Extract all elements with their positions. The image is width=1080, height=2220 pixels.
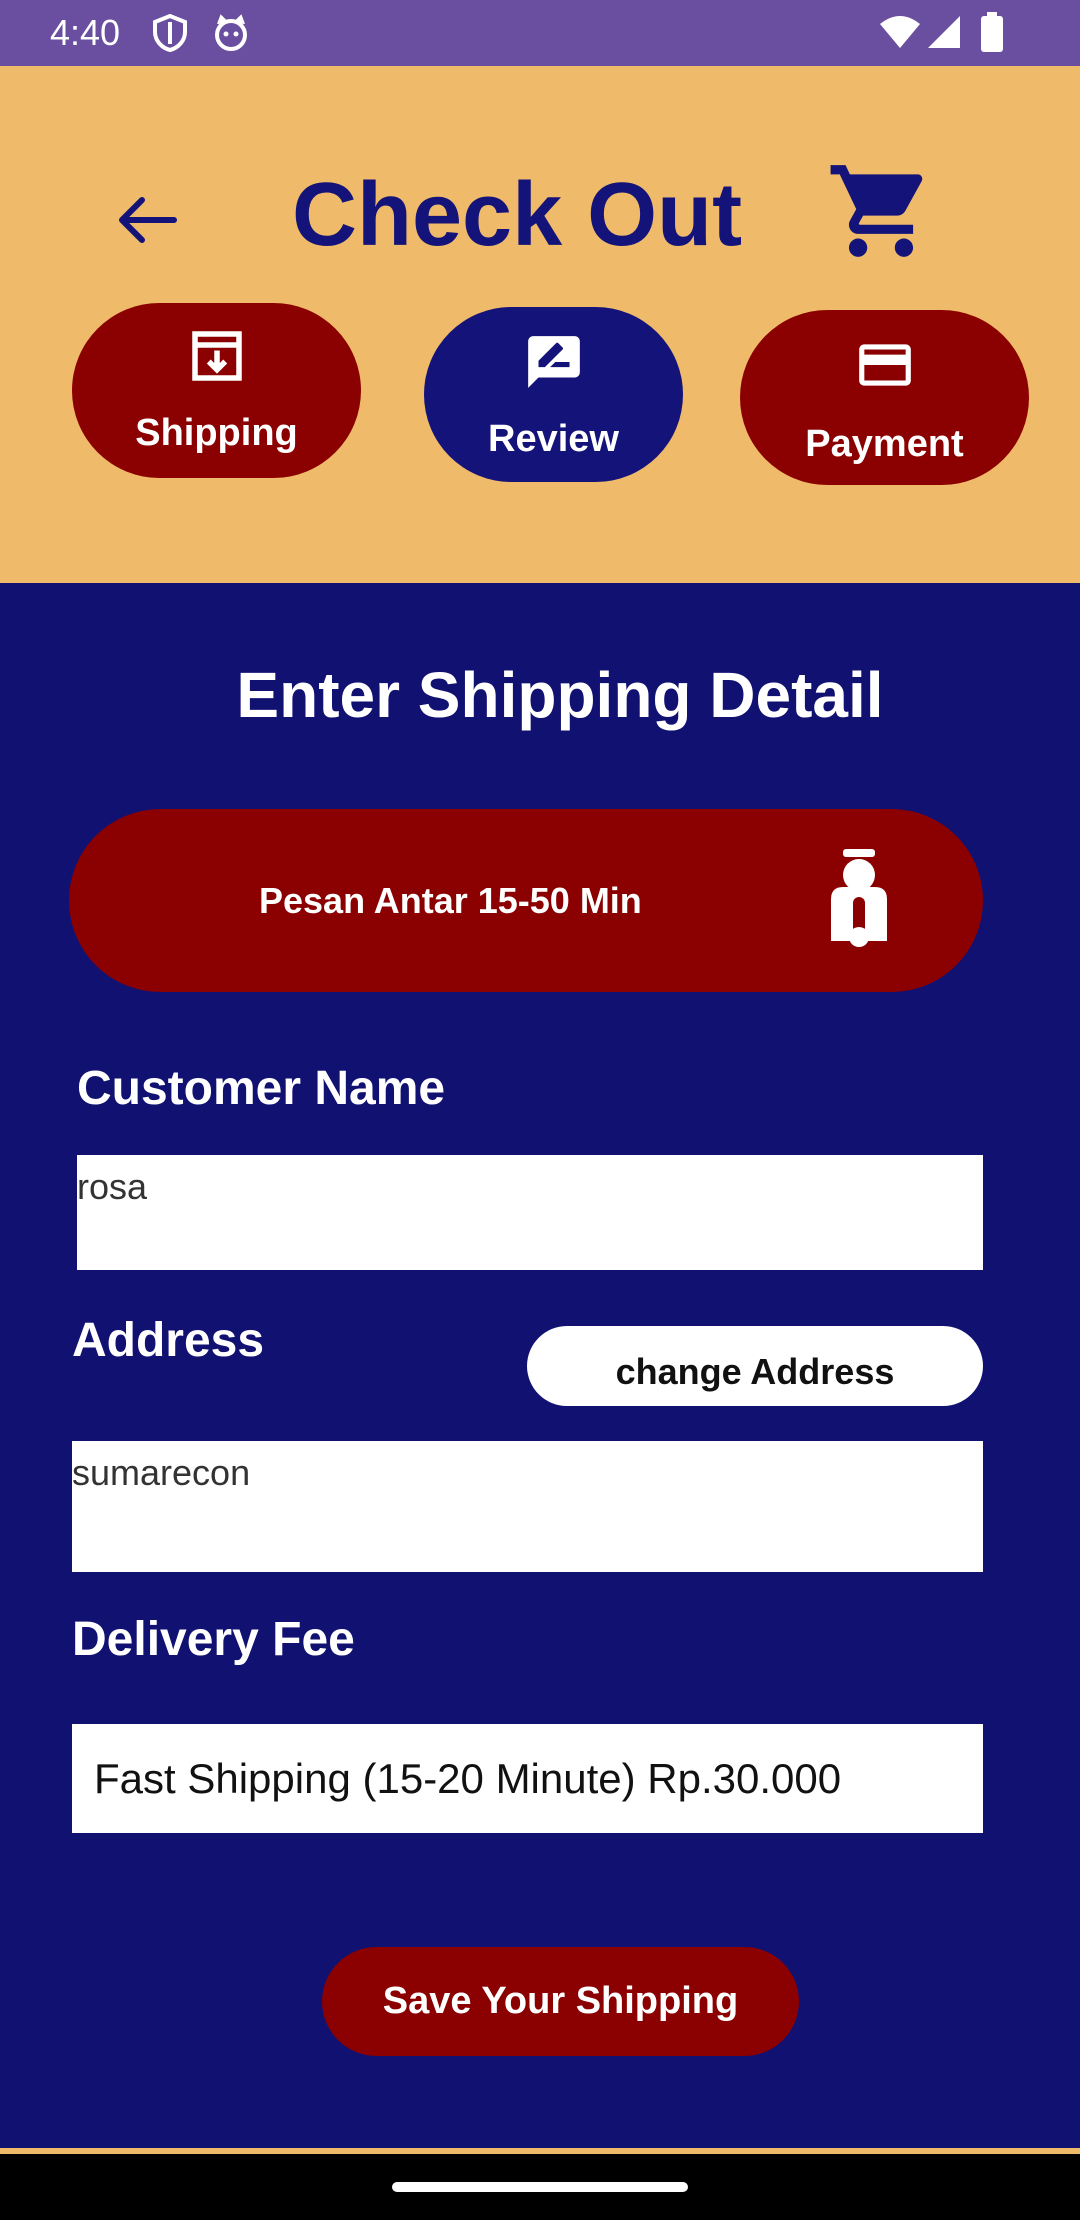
- save-shipping-button[interactable]: Save Your Shipping: [322, 1947, 799, 2056]
- change-address-button[interactable]: change Address: [527, 1326, 983, 1406]
- back-arrow-icon[interactable]: [116, 196, 178, 244]
- step-shipping-button[interactable]: Shipping: [72, 303, 361, 478]
- customer-name-value: rosa: [77, 1166, 148, 1207]
- step-review-button[interactable]: Review: [424, 307, 683, 482]
- customer-name-input[interactable]: rosa: [77, 1155, 983, 1270]
- edit-note-icon: [527, 336, 580, 388]
- battery-icon: [981, 12, 1003, 52]
- step-review-label: Review: [488, 418, 619, 460]
- delivery-fee-value: Fast Shipping (15-20 Minute) Rp.30.000: [94, 1755, 842, 1802]
- address-label: Address: [72, 1314, 265, 1367]
- step-payment-button[interactable]: Payment: [740, 310, 1029, 485]
- wifi-icon: [880, 16, 920, 48]
- scooter-icon: [831, 849, 887, 947]
- cart-icon[interactable]: [826, 156, 936, 266]
- credit-card-icon: [858, 344, 911, 386]
- step-shipping-label: Shipping: [135, 412, 298, 454]
- delivery-fee-label: Delivery Fee: [72, 1613, 355, 1666]
- delivery-option-button[interactable]: Pesan Antar 15-50 Min: [69, 809, 983, 992]
- address-value: sumarecon: [72, 1452, 251, 1493]
- address-input[interactable]: sumarecon: [72, 1441, 983, 1572]
- status-bar: 4:40: [0, 0, 1080, 66]
- customer-name-label: Customer Name: [77, 1062, 446, 1115]
- status-time: 4:40: [50, 12, 121, 53]
- delivery-fee-select[interactable]: Fast Shipping (15-20 Minute) Rp.30.000: [72, 1724, 983, 1833]
- home-indicator[interactable]: [392, 2182, 688, 2192]
- archive-download-icon: [191, 331, 242, 381]
- shield-icon: [153, 14, 187, 52]
- section-title: Enter Shipping Detail: [236, 659, 884, 731]
- step-payment-label: Payment: [805, 423, 964, 465]
- page-title: Check Out: [292, 165, 743, 265]
- delivery-option-label: Pesan Antar 15-50 Min: [259, 880, 642, 921]
- cat-face-icon: [215, 14, 247, 51]
- signal-icon: [928, 16, 960, 48]
